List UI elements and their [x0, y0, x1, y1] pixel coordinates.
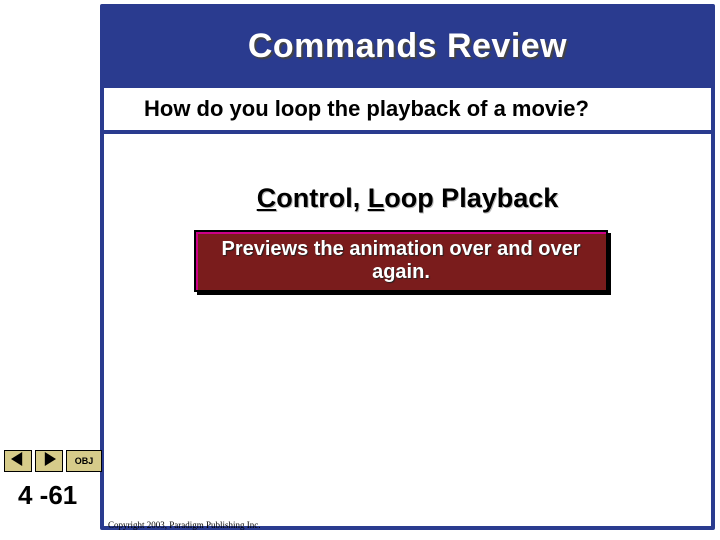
arrow-left-icon — [11, 452, 25, 471]
copyright-text: Copyright 2003, Paradigm Publishing Inc. — [108, 520, 261, 530]
next-button[interactable] — [35, 450, 63, 472]
slide-frame: Commands Review How do you loop the play… — [100, 4, 715, 530]
answer-part-2: oop Playback — [384, 183, 558, 213]
nav-group: OBJ — [4, 450, 102, 472]
question-text: How do you loop the playback of a movie? — [144, 96, 589, 122]
prev-button[interactable] — [4, 450, 32, 472]
answer-underline-1: C — [257, 183, 277, 213]
answer-text: Control, Loop Playback — [104, 183, 711, 214]
definition-text: Previews the animation over and over aga… — [208, 238, 594, 284]
obj-button[interactable]: OBJ — [66, 450, 102, 472]
page-number: 4 -61 — [18, 480, 77, 511]
answer-underline-2: L — [368, 183, 385, 213]
obj-label: OBJ — [75, 456, 94, 466]
definition-box: Previews the animation over and over aga… — [194, 230, 608, 292]
question-band: How do you loop the playback of a movie? — [104, 84, 711, 134]
answer-part-1: ontrol, — [276, 183, 367, 213]
title-band: Commands Review — [104, 8, 711, 84]
slide-title: Commands Review — [248, 27, 567, 66]
arrow-right-icon — [42, 452, 56, 471]
